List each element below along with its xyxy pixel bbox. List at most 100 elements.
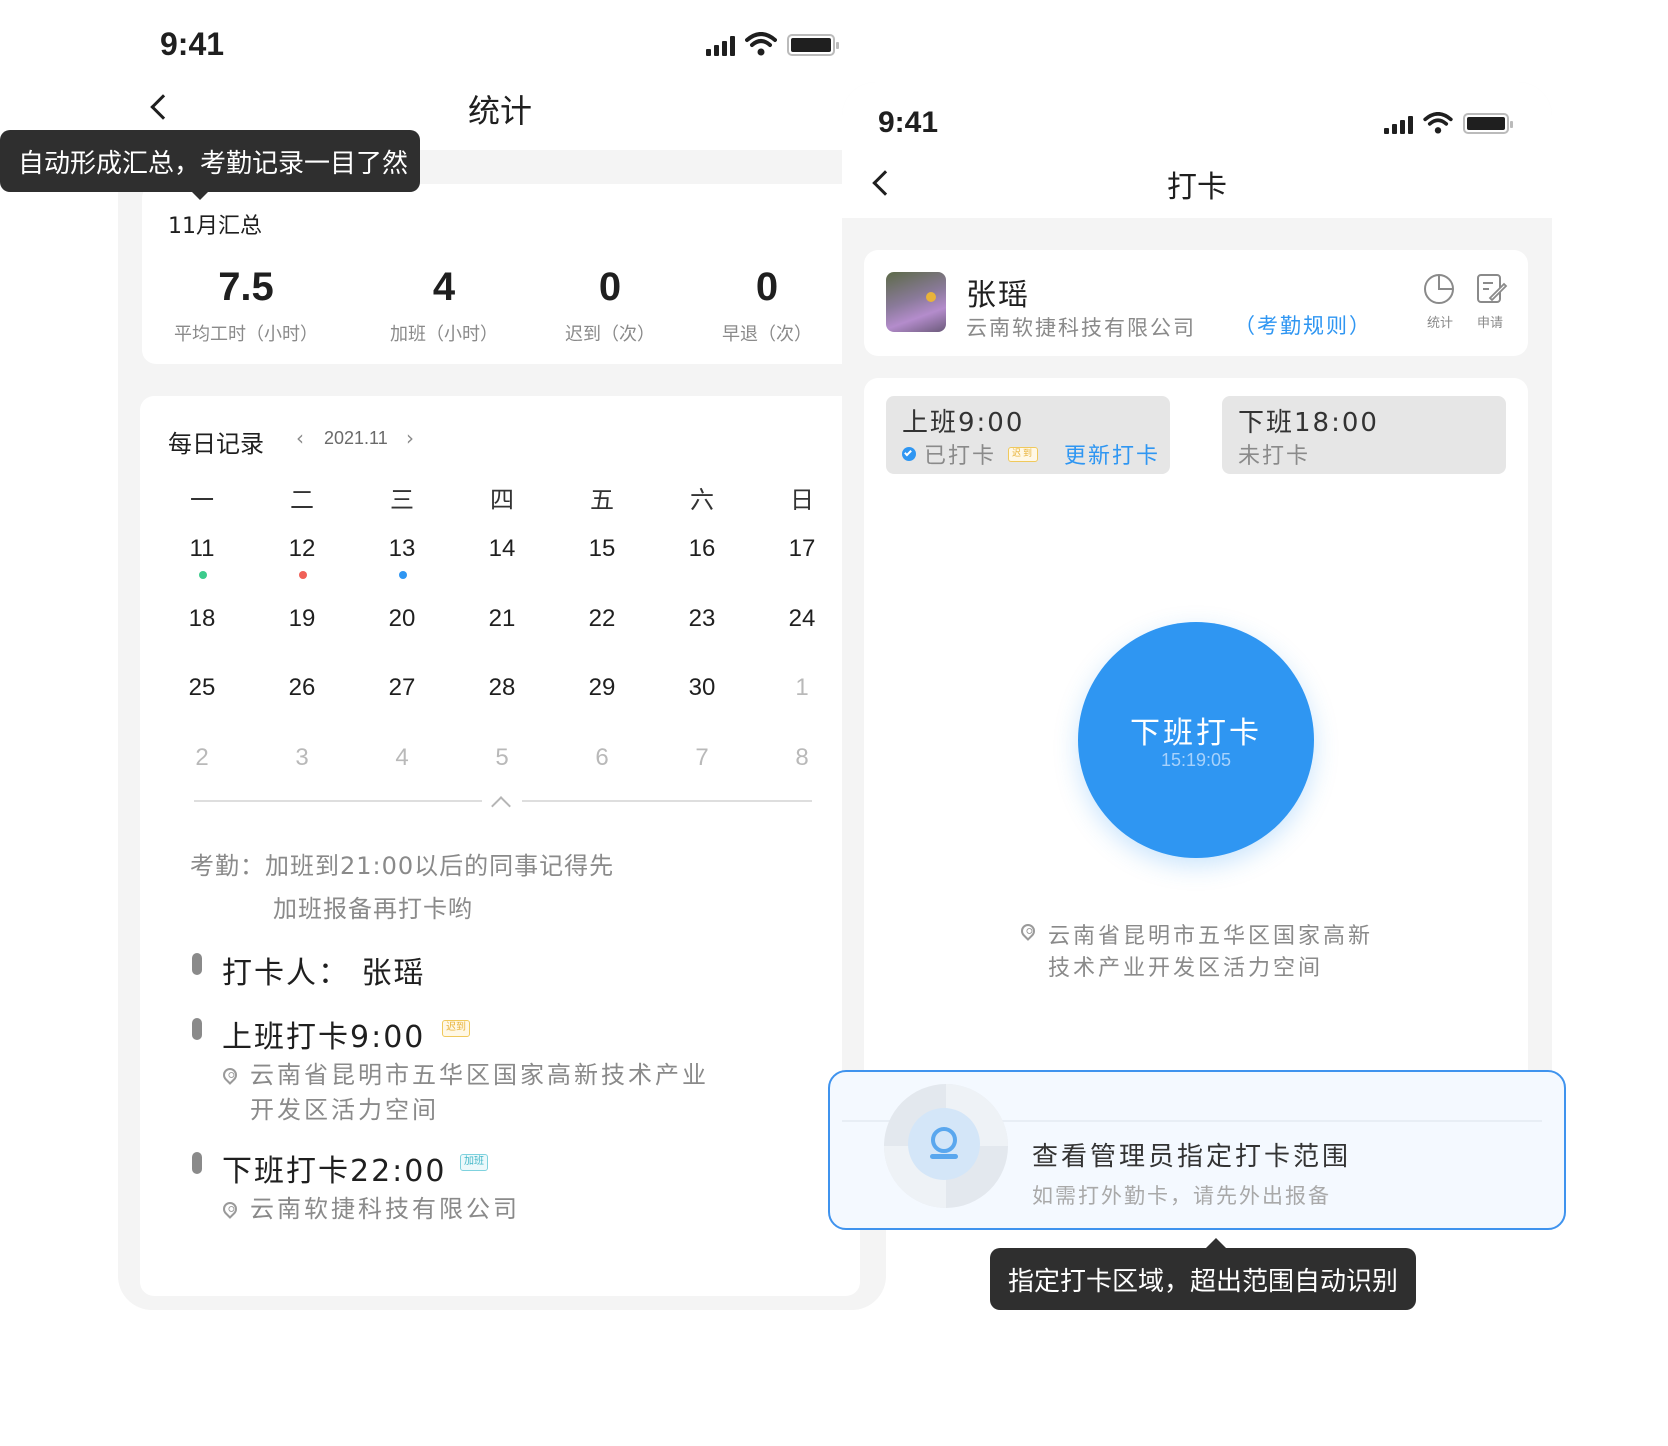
wifi-icon [1423,112,1453,134]
company-name: 云南软捷科技有限公司 [966,316,1196,340]
calendar-day[interactable]: 26 [272,674,332,702]
normal-status-dot [199,571,207,579]
calendar-day[interactable]: 25 [172,674,232,702]
divider [194,800,482,802]
battery-icon [787,34,839,56]
calendar-day[interactable]: 19 [272,605,332,633]
off-duty-shift: 下班18:00 未打卡 [1222,396,1506,474]
weekday-tue: 二 [290,486,314,514]
calendar-day-next-month: 2 [195,744,209,771]
daily-title: 每日记录 [168,430,264,458]
tooltip-text: 自动形成汇总，考勤记录一目了然 [18,148,409,179]
pie-chart-icon [1424,274,1454,304]
calendar-day[interactable]: 17 [772,535,832,563]
divider [522,800,812,802]
clock-range-card[interactable]: 查看管理员指定打卡范围 如需打外勤卡，请先外出报备 [828,1070,1566,1230]
calendar-day[interactable]: 20 [372,605,432,633]
calendar-day[interactable]: 13 [372,535,432,563]
summary-value: 7.5 [218,265,274,309]
update-clock-link[interactable]: 更新打卡 [1064,438,1160,470]
clock-out-button[interactable]: 下班打卡 15:19:05 [1078,622,1314,858]
range-title: 查看管理员指定打卡范围 [1032,1142,1352,1172]
on-duty-shift: 上班9:00 已打卡 迟到 更新打卡 [886,396,1170,474]
user-name: 张瑶 [966,278,1030,313]
calendar-day-next-month: 5 [495,744,509,771]
feature-tooltip: 指定打卡区域，超出范围自动识别 [990,1238,1416,1310]
calendar-day[interactable]: 22 [572,605,632,633]
clock-in-address: 云南省昆明市五华区国家高新技术产业 [250,1061,709,1089]
summary-avg-hours: 7.5 平均工时（小时） [146,265,346,346]
calendar-day[interactable]: 24 [772,605,832,633]
calendar-day-next-month: 6 [595,744,609,771]
status-time: 9:41 [878,106,939,139]
clock-person: 打卡人： 张瑶 [222,956,426,991]
edit-form-icon [1477,274,1508,303]
weekday-sun: 日 [790,486,814,514]
calendar-day[interactable]: 29 [572,674,632,702]
weekday-mon: 一 [190,486,214,514]
shift-title: 上班9:00 [902,408,1025,438]
apply-button[interactable]: 申请 [1470,272,1510,332]
back-icon[interactable] [150,94,176,120]
feature-tooltip: 自动形成汇总，考勤记录一目了然 [0,130,420,200]
current-location-cont: 技术产业开发区活力空间 [1048,956,1324,981]
page-title: 统计 [467,92,532,130]
check-circle-icon [902,447,916,461]
page-title: 打卡 [1167,170,1227,205]
current-time: 15:19:05 [1160,750,1232,770]
calendar-day[interactable]: 21 [472,605,532,633]
apply-label: 申请 [1476,316,1503,331]
shift-status: 未打卡 [1238,444,1311,469]
clock-out-title: 下班打卡22:00 [222,1154,447,1189]
calendar-day[interactable]: 16 [672,535,732,563]
calendar-day[interactable]: 23 [672,605,732,633]
range-subtitle: 如需打外勤卡，请先外出报备 [1032,1184,1331,1208]
status-icons [706,32,839,56]
status-icons [1384,112,1513,134]
tooltip-arrow [190,190,210,200]
calendar-day-next-month: 7 [695,744,709,771]
attendance-rules-link[interactable]: （考勤规则） [1234,310,1372,340]
map-location-icon [884,1084,1008,1208]
stats-button[interactable]: 统计 [1420,272,1460,332]
prev-month-button[interactable]: ‹ [296,426,304,450]
summary-early-leave: 0 早退（次） [667,265,867,346]
late-badge: 迟到 [442,1020,470,1037]
wifi-icon [745,32,777,56]
calendar-day[interactable]: 11 [172,535,232,563]
stats-label: 统计 [1426,316,1453,331]
next-month-button[interactable]: › [406,426,414,450]
record-marker [192,1018,202,1040]
signal-icon [706,36,735,56]
calendar-day[interactable]: 12 [272,535,332,563]
stats-screen: 9:41 统计 11月汇总 7.5 平均工时（小时） 4 加班（小时） 0 迟到… [0,0,900,1446]
tooltip-text: 指定打卡区域，超出范围自动识别 [1008,1266,1399,1297]
record-marker [192,1152,202,1174]
clock-in-title: 上班打卡9:00 [222,1020,426,1055]
calendar-day[interactable]: 15 [572,535,632,563]
attendance-notice: 考勤：加班到21:00以后的同事记得先 [190,852,615,880]
shift-status-row: 已打卡 迟到 更新打卡 [902,438,1160,470]
shift-status: 已打卡 [924,444,997,469]
tooltip-arrow [1206,1238,1226,1248]
signal-icon [1384,116,1413,134]
calendar-day[interactable]: 27 [372,674,432,702]
calendar-day[interactable]: 14 [472,535,532,563]
overtime-badge: 加班 [460,1154,488,1171]
summary-value: 0 [755,265,779,309]
summary-label: 早退（次） [722,324,812,345]
calendar-day-next-month: 3 [295,744,309,771]
summary-title: 11月汇总 [168,214,262,239]
weekday-wed: 三 [390,486,414,514]
avatar[interactable] [886,272,946,332]
calendar-day[interactable]: 30 [672,674,732,702]
clock-out-label: 下班打卡 [1130,716,1262,751]
status-time: 9:41 [160,26,225,62]
calendar-day[interactable]: 18 [172,605,232,633]
shift-title: 下班18:00 [1238,408,1379,438]
battery-icon [1463,113,1513,134]
calendar-day[interactable]: 28 [472,674,532,702]
calendar-day-next-month: 1 [795,674,809,701]
summary-label: 平均工时（小时） [174,324,318,345]
clock-in-frame [842,82,1552,1152]
